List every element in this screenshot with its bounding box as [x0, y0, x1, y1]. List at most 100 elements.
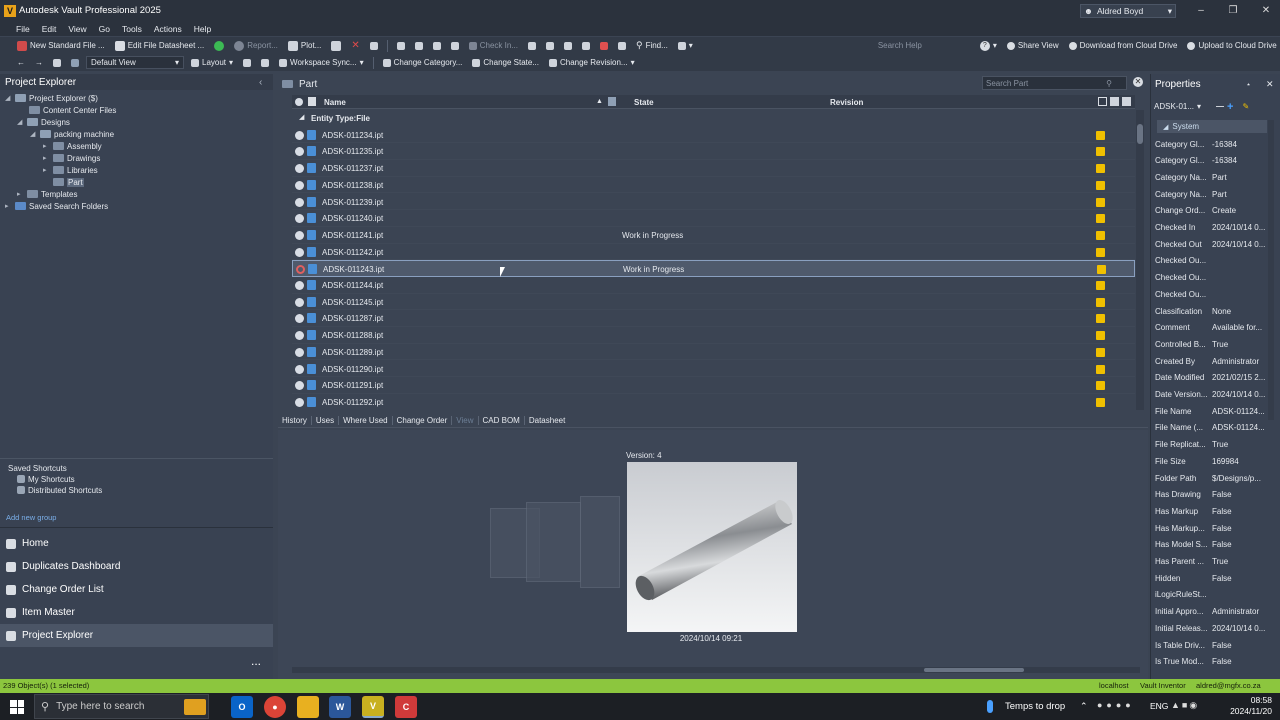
- column-state[interactable]: State: [634, 98, 654, 107]
- upload-cloud-button[interactable]: Upload to Cloud Drive: [1184, 41, 1279, 50]
- tool-j-button[interactable]: [615, 41, 629, 50]
- new-standard-file-button[interactable]: New Standard File ...: [14, 40, 108, 51]
- table-row[interactable]: ADSK-011287.ipt: [292, 310, 1135, 328]
- add-property-icon[interactable]: +: [1227, 101, 1233, 113]
- edit-pencil-icon[interactable]: ✎: [1242, 102, 1249, 111]
- workspace-sync-button[interactable]: Workspace Sync... ▾: [276, 58, 367, 67]
- table-row[interactable]: ADSK-011244.ipt: [292, 277, 1135, 294]
- column-chooser-icon[interactable]: [1098, 97, 1107, 106]
- property-row[interactable]: File Name (... ADSK-01124...: [1155, 420, 1275, 436]
- change-category-button[interactable]: Change Category...: [380, 58, 466, 67]
- tree-item-packing-machine[interactable]: ◢ packing machine: [30, 128, 114, 140]
- edit-file-datasheet-button[interactable]: Edit File Datasheet ...: [112, 40, 207, 51]
- delete-button[interactable]: ✕: [348, 40, 362, 51]
- table-row[interactable]: ADSK-011243.iptWork in Progress▸: [292, 260, 1135, 277]
- taskbar-search-box[interactable]: ⚲ Type here to search: [34, 694, 209, 719]
- search-part-input[interactable]: Search Part ⚲: [982, 76, 1127, 90]
- layout-button[interactable]: Layout ▾: [188, 58, 236, 67]
- find-button[interactable]: ⚲ Find...: [633, 40, 671, 51]
- tab-cad-bom[interactable]: CAD BOM: [479, 416, 525, 425]
- table-row[interactable]: ADSK-011237.ipt: [292, 160, 1135, 177]
- property-row[interactable]: Has Model S... False: [1155, 537, 1275, 553]
- part-thumbnail[interactable]: [627, 462, 797, 632]
- table-row[interactable]: ADSK-011234.ipt: [292, 127, 1135, 144]
- tool-b-button[interactable]: [412, 41, 426, 50]
- table-row[interactable]: ADSK-011241.ipt Work in Progress: [292, 227, 1135, 244]
- grid-options-icon[interactable]: [1122, 97, 1131, 106]
- property-row[interactable]: Checked Out 2024/10/14 0...: [1155, 236, 1275, 252]
- tree-item-part[interactable]: Part: [53, 176, 84, 188]
- table-row[interactable]: ADSK-011291.ipt: [292, 377, 1135, 394]
- more-options-icon[interactable]: ...: [251, 654, 261, 668]
- menu-view[interactable]: View: [68, 24, 86, 34]
- pin-icon[interactable]: ⋆: [1246, 80, 1251, 89]
- property-row[interactable]: Category Gl... -16384: [1155, 136, 1275, 152]
- property-row[interactable]: Has Markup... False: [1155, 520, 1275, 536]
- tree-item-templates[interactable]: ▸ Templates: [17, 188, 77, 200]
- property-row[interactable]: Checked Ou...: [1155, 270, 1275, 286]
- change-state-button[interactable]: Change State...: [469, 58, 542, 67]
- tab-where-used[interactable]: Where Used: [339, 416, 393, 425]
- table-row[interactable]: ADSK-011235.ipt: [292, 143, 1135, 161]
- property-row[interactable]: Has Parent ... True: [1155, 554, 1275, 570]
- tree-item-root[interactable]: ◢ Project Explorer ($): [5, 92, 98, 104]
- nav-duplicates-dashboard[interactable]: Duplicates Dashboard: [0, 555, 273, 578]
- grid-scroll-thumb[interactable]: [1137, 124, 1143, 144]
- tab-uses[interactable]: Uses: [312, 416, 340, 425]
- tab-history[interactable]: History: [278, 416, 312, 425]
- property-row[interactable]: Category Gl... -16384: [1155, 153, 1275, 169]
- up-level-button[interactable]: [50, 58, 64, 67]
- minimize-button[interactable]: –: [1188, 3, 1214, 19]
- add-new-group-link[interactable]: Add new group: [6, 513, 56, 522]
- menu-actions[interactable]: Actions: [154, 24, 182, 34]
- check-in-button[interactable]: Check In...: [466, 41, 521, 50]
- attach-button[interactable]: [367, 41, 381, 50]
- property-row[interactable]: Category Na... Part: [1155, 186, 1275, 202]
- table-row[interactable]: ADSK-011289.ipt: [292, 344, 1135, 361]
- red-app-icon[interactable]: C: [395, 696, 417, 718]
- properties-scrollbar[interactable]: [1268, 120, 1274, 420]
- filter-button[interactable]: ▾: [675, 41, 696, 50]
- distributed-shortcuts[interactable]: Distributed Shortcuts: [17, 484, 102, 496]
- nav-item-master[interactable]: Item Master: [0, 601, 273, 624]
- property-row[interactable]: Comment Available for...: [1155, 320, 1275, 336]
- close-panel-icon[interactable]: ✕: [1266, 79, 1274, 90]
- property-row[interactable]: Has Drawing False: [1155, 487, 1275, 503]
- maximize-button[interactable]: ❐: [1220, 3, 1246, 19]
- tool-d-button[interactable]: [448, 41, 462, 50]
- tab-datasheet[interactable]: Datasheet: [525, 416, 569, 425]
- tree-item-assembly[interactable]: ▸ Assembly: [43, 140, 102, 152]
- property-row[interactable]: Category Na... Part: [1155, 169, 1275, 185]
- menu-edit[interactable]: Edit: [42, 24, 57, 34]
- share-view-button[interactable]: Share View: [1004, 41, 1062, 50]
- property-row[interactable]: Checked Ou...: [1155, 253, 1275, 269]
- clear-search-icon[interactable]: ✕: [1133, 77, 1143, 87]
- tool-e-button[interactable]: [525, 41, 539, 50]
- property-row[interactable]: Date Modified 2021/02/15 2...: [1155, 370, 1275, 386]
- grid-vertical-scrollbar[interactable]: [1136, 110, 1144, 410]
- refresh-button[interactable]: [211, 40, 227, 51]
- property-row[interactable]: File Replicat... True: [1155, 437, 1275, 453]
- tool-l-button[interactable]: [258, 58, 272, 67]
- column-revision[interactable]: Revision: [830, 98, 863, 107]
- tab-change-order[interactable]: Change Order: [393, 416, 453, 425]
- selected-object-dropdown[interactable]: ADSK-01... ▾ — + ✎: [1154, 100, 1279, 113]
- tree-item-designs[interactable]: ◢ Designs: [17, 116, 70, 128]
- weather-text[interactable]: Temps to drop: [1005, 701, 1065, 712]
- remove-property-icon[interactable]: —: [1216, 102, 1224, 111]
- preview-scroll-thumb[interactable]: [924, 668, 1024, 672]
- tag-icon[interactable]: [1110, 97, 1119, 106]
- group-row[interactable]: ◢ Entity Type:File: [292, 110, 1135, 127]
- property-row[interactable]: File Name ADSK-01124...: [1155, 403, 1275, 419]
- property-row[interactable]: Initial Appro... Administrator: [1155, 604, 1275, 620]
- plot-button[interactable]: Plot...: [285, 40, 324, 51]
- menu-file[interactable]: File: [16, 24, 30, 34]
- status-column-icon[interactable]: [295, 98, 303, 106]
- close-button[interactable]: ✕: [1253, 3, 1279, 19]
- help-button[interactable]: ? ▾: [977, 40, 1000, 51]
- network-volume-icons[interactable]: ▲■◉: [1171, 700, 1205, 712]
- table-row[interactable]: ADSK-011240.ipt: [292, 210, 1135, 227]
- nav-splitter[interactable]: [0, 527, 273, 528]
- nav-change-order-list[interactable]: Change Order List: [0, 578, 273, 601]
- vault-taskbar-icon[interactable]: V: [362, 696, 384, 718]
